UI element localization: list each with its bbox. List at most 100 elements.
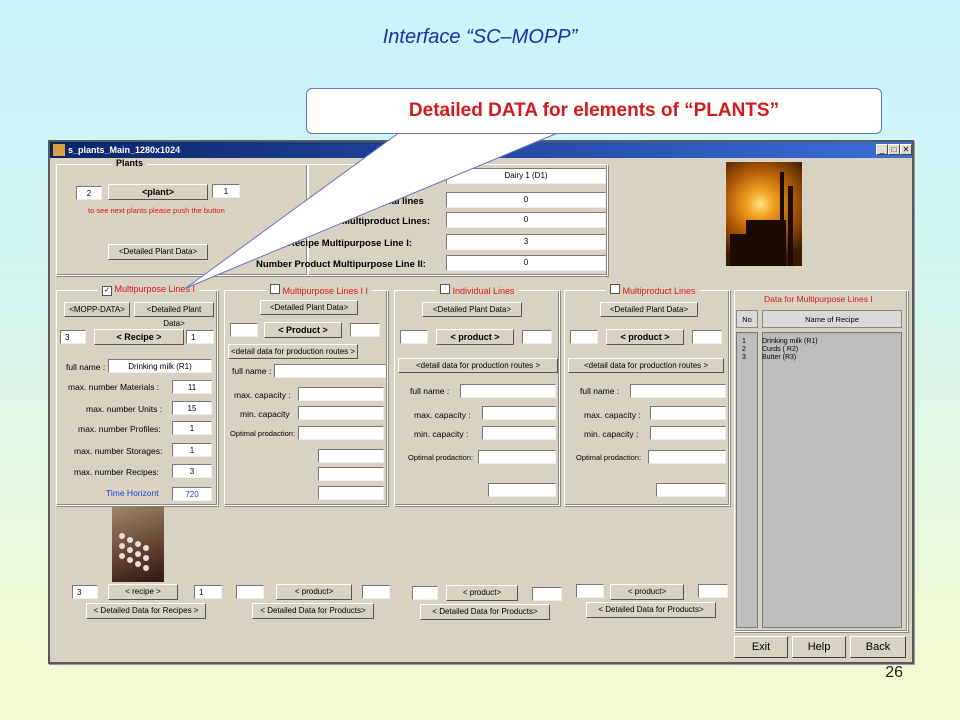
ind-optimal-label: Optimal prodaction: bbox=[408, 453, 474, 462]
ind-cap-min-label: min. capacity : bbox=[414, 429, 469, 439]
mp1-prev-field[interactable]: 3 bbox=[60, 330, 86, 344]
ind-products-detail-button[interactable]: < Detailed Data for Products> bbox=[420, 604, 550, 620]
mp1-next-field[interactable]: 1 bbox=[186, 330, 214, 344]
ind-cap-max-field[interactable] bbox=[482, 406, 556, 420]
mprod-products-detail-button[interactable]: < Detailed Data for Products> bbox=[586, 602, 716, 618]
bottom-ind-next-field[interactable] bbox=[532, 587, 562, 601]
mprod-next-field[interactable] bbox=[692, 330, 722, 344]
mprod-title-wrap: Multiproduct Lines bbox=[606, 284, 700, 296]
recipe-button[interactable]: < Recipe > bbox=[94, 329, 184, 345]
recipe-row-name-3[interactable]: Butter (R3) bbox=[762, 354, 796, 362]
mprod-full-name-field[interactable] bbox=[630, 384, 726, 398]
mprod-checkbox[interactable] bbox=[610, 284, 620, 294]
minimize-button[interactable]: _ bbox=[876, 144, 888, 155]
ind-routes-button[interactable]: <detail data for production routes > bbox=[398, 358, 558, 373]
summary-value-3[interactable]: 3 bbox=[446, 234, 606, 250]
mp2-extra-field-3[interactable] bbox=[318, 486, 384, 500]
mp2-prev-field[interactable] bbox=[230, 323, 258, 337]
mp2-extra-field-1[interactable] bbox=[318, 449, 384, 463]
plant-button[interactable]: <plant> bbox=[108, 184, 208, 200]
bottom-mprod-prev-field[interactable] bbox=[576, 584, 604, 598]
summary-value-1[interactable]: 0 bbox=[446, 192, 606, 208]
param-label-units: max. number Units : bbox=[86, 404, 163, 414]
bottom-mprod-product-button[interactable]: < product> bbox=[610, 584, 684, 600]
mp2-cap-max-label: max. capacity : bbox=[234, 390, 291, 400]
ind-cap-max-label: max. capacity : bbox=[414, 410, 471, 420]
mprod-extra-field[interactable] bbox=[656, 483, 726, 497]
mp2-cap-max-field[interactable] bbox=[298, 387, 384, 401]
mprod-detail-button[interactable]: <Detailed Plant Data> bbox=[600, 302, 698, 317]
bottom-recipe-prev-field[interactable]: 3 bbox=[72, 585, 98, 599]
plant-next-field[interactable]: 1 bbox=[212, 184, 240, 198]
mp1-detail-button[interactable]: <Detailed Plant Data> bbox=[134, 302, 214, 328]
mp2-routes-button[interactable]: <detail data for production routes > bbox=[228, 344, 358, 359]
ind-extra-field[interactable] bbox=[488, 483, 556, 497]
plant-name-field[interactable]: Dairy 1 (D1) bbox=[446, 168, 606, 184]
ind-full-name-label: full name : bbox=[410, 386, 450, 396]
ind-optimal-field[interactable] bbox=[478, 450, 556, 464]
ind-prev-field[interactable] bbox=[400, 330, 428, 344]
mprod-optimal-label: Optimal prodaction: bbox=[576, 453, 642, 462]
exit-button[interactable]: Exit bbox=[734, 636, 788, 658]
mp2-next-field[interactable] bbox=[350, 323, 380, 337]
ind-cap-min-field[interactable] bbox=[482, 426, 556, 440]
summary-value-4[interactable]: 0 bbox=[446, 255, 606, 271]
time-horizont-field[interactable]: 720 bbox=[172, 487, 212, 501]
mprod-product-button[interactable]: < product > bbox=[606, 329, 684, 345]
ind-panel bbox=[394, 290, 560, 506]
recipe-name-list[interactable] bbox=[762, 332, 902, 628]
param-value-materials[interactable]: 11 bbox=[172, 380, 212, 394]
mp2-full-name-field[interactable] bbox=[274, 364, 386, 378]
plant-prev-field[interactable]: 2 bbox=[76, 186, 102, 200]
mp1-checkbox[interactable]: ✓ bbox=[102, 286, 112, 296]
back-button[interactable]: Back bbox=[850, 636, 906, 658]
summary-label-4: Number Product Multipurpose Line II: bbox=[256, 259, 426, 270]
summary-label-2: Multiproduct Lines: bbox=[342, 216, 431, 227]
mprod-cap-min-field[interactable] bbox=[650, 426, 726, 440]
mopp-data-button[interactable]: <MOPP-DATA> bbox=[64, 302, 130, 317]
mp2-full-name-label: full name : bbox=[232, 366, 272, 376]
mp2-detail-button[interactable]: <Detailed Plant Data> bbox=[260, 300, 358, 315]
summary-value-2[interactable]: 0 bbox=[446, 212, 606, 228]
param-value-profiles[interactable]: 1 bbox=[172, 421, 212, 435]
mp2-checkbox[interactable] bbox=[270, 284, 280, 294]
param-value-units[interactable]: 15 bbox=[172, 401, 212, 415]
mprod-prev-field[interactable] bbox=[570, 330, 598, 344]
ind-next-field[interactable] bbox=[522, 330, 552, 344]
mp2-optimal-field[interactable] bbox=[298, 426, 384, 440]
bottom-mp2-prev-field[interactable] bbox=[236, 585, 264, 599]
ind-checkbox[interactable] bbox=[440, 284, 450, 294]
recipe-row-no-2: 2 bbox=[742, 346, 746, 353]
mprod-routes-button[interactable]: <detail data for production routes > bbox=[568, 358, 724, 373]
maximize-button[interactable]: □ bbox=[888, 144, 900, 155]
mp2-product-button[interactable]: < Product > bbox=[264, 322, 342, 338]
ind-product-button[interactable]: < product > bbox=[436, 329, 514, 345]
mprod-optimal-field[interactable] bbox=[648, 450, 726, 464]
mp2-optimal-label: Optimal prodaction: bbox=[230, 429, 296, 438]
bottom-ind-product-button[interactable]: < product> bbox=[446, 585, 518, 601]
mp1-full-name-field[interactable]: Drinking milk (R1) bbox=[108, 359, 212, 373]
param-value-recipes[interactable]: 3 bbox=[172, 464, 212, 478]
recipe-row-name-2[interactable]: Curds ( R2) bbox=[762, 346, 798, 354]
close-button[interactable]: ✕ bbox=[900, 144, 912, 155]
mprod-cap-max-field[interactable] bbox=[650, 406, 726, 420]
bottom-mprod-next-field[interactable] bbox=[698, 584, 728, 598]
window-titlebar: s_plants_Main_1280x1024 bbox=[50, 142, 912, 158]
slide-number: 26 bbox=[885, 664, 903, 681]
ind-full-name-field[interactable] bbox=[460, 384, 556, 398]
bottom-mp2-next-field[interactable] bbox=[362, 585, 390, 599]
bottom-ind-prev-field[interactable] bbox=[412, 586, 438, 600]
plant-detail-button[interactable]: <Detailed Plant Data> bbox=[108, 244, 208, 260]
no-list[interactable] bbox=[736, 332, 758, 628]
bottom-recipe-button[interactable]: < recipe > bbox=[108, 584, 178, 600]
mp2-cap-min-field[interactable] bbox=[298, 406, 384, 420]
ind-detail-button[interactable]: <Detailed Plant Data> bbox=[422, 302, 522, 317]
bottom-mp2-product-button[interactable]: < product> bbox=[276, 584, 352, 600]
mp2-products-detail-button[interactable]: < Detailed Data for Products> bbox=[252, 603, 374, 619]
recipe-row-name-1[interactable]: Drinking milk (R1) bbox=[762, 338, 818, 346]
recipes-detail-button[interactable]: < Detailed Data for Recipes > bbox=[86, 603, 206, 619]
bottom-recipe-next-field[interactable]: 1 bbox=[194, 585, 222, 599]
mp2-extra-field-2[interactable] bbox=[318, 467, 384, 481]
help-button[interactable]: Help bbox=[792, 636, 846, 658]
param-value-storages[interactable]: 1 bbox=[172, 443, 212, 457]
